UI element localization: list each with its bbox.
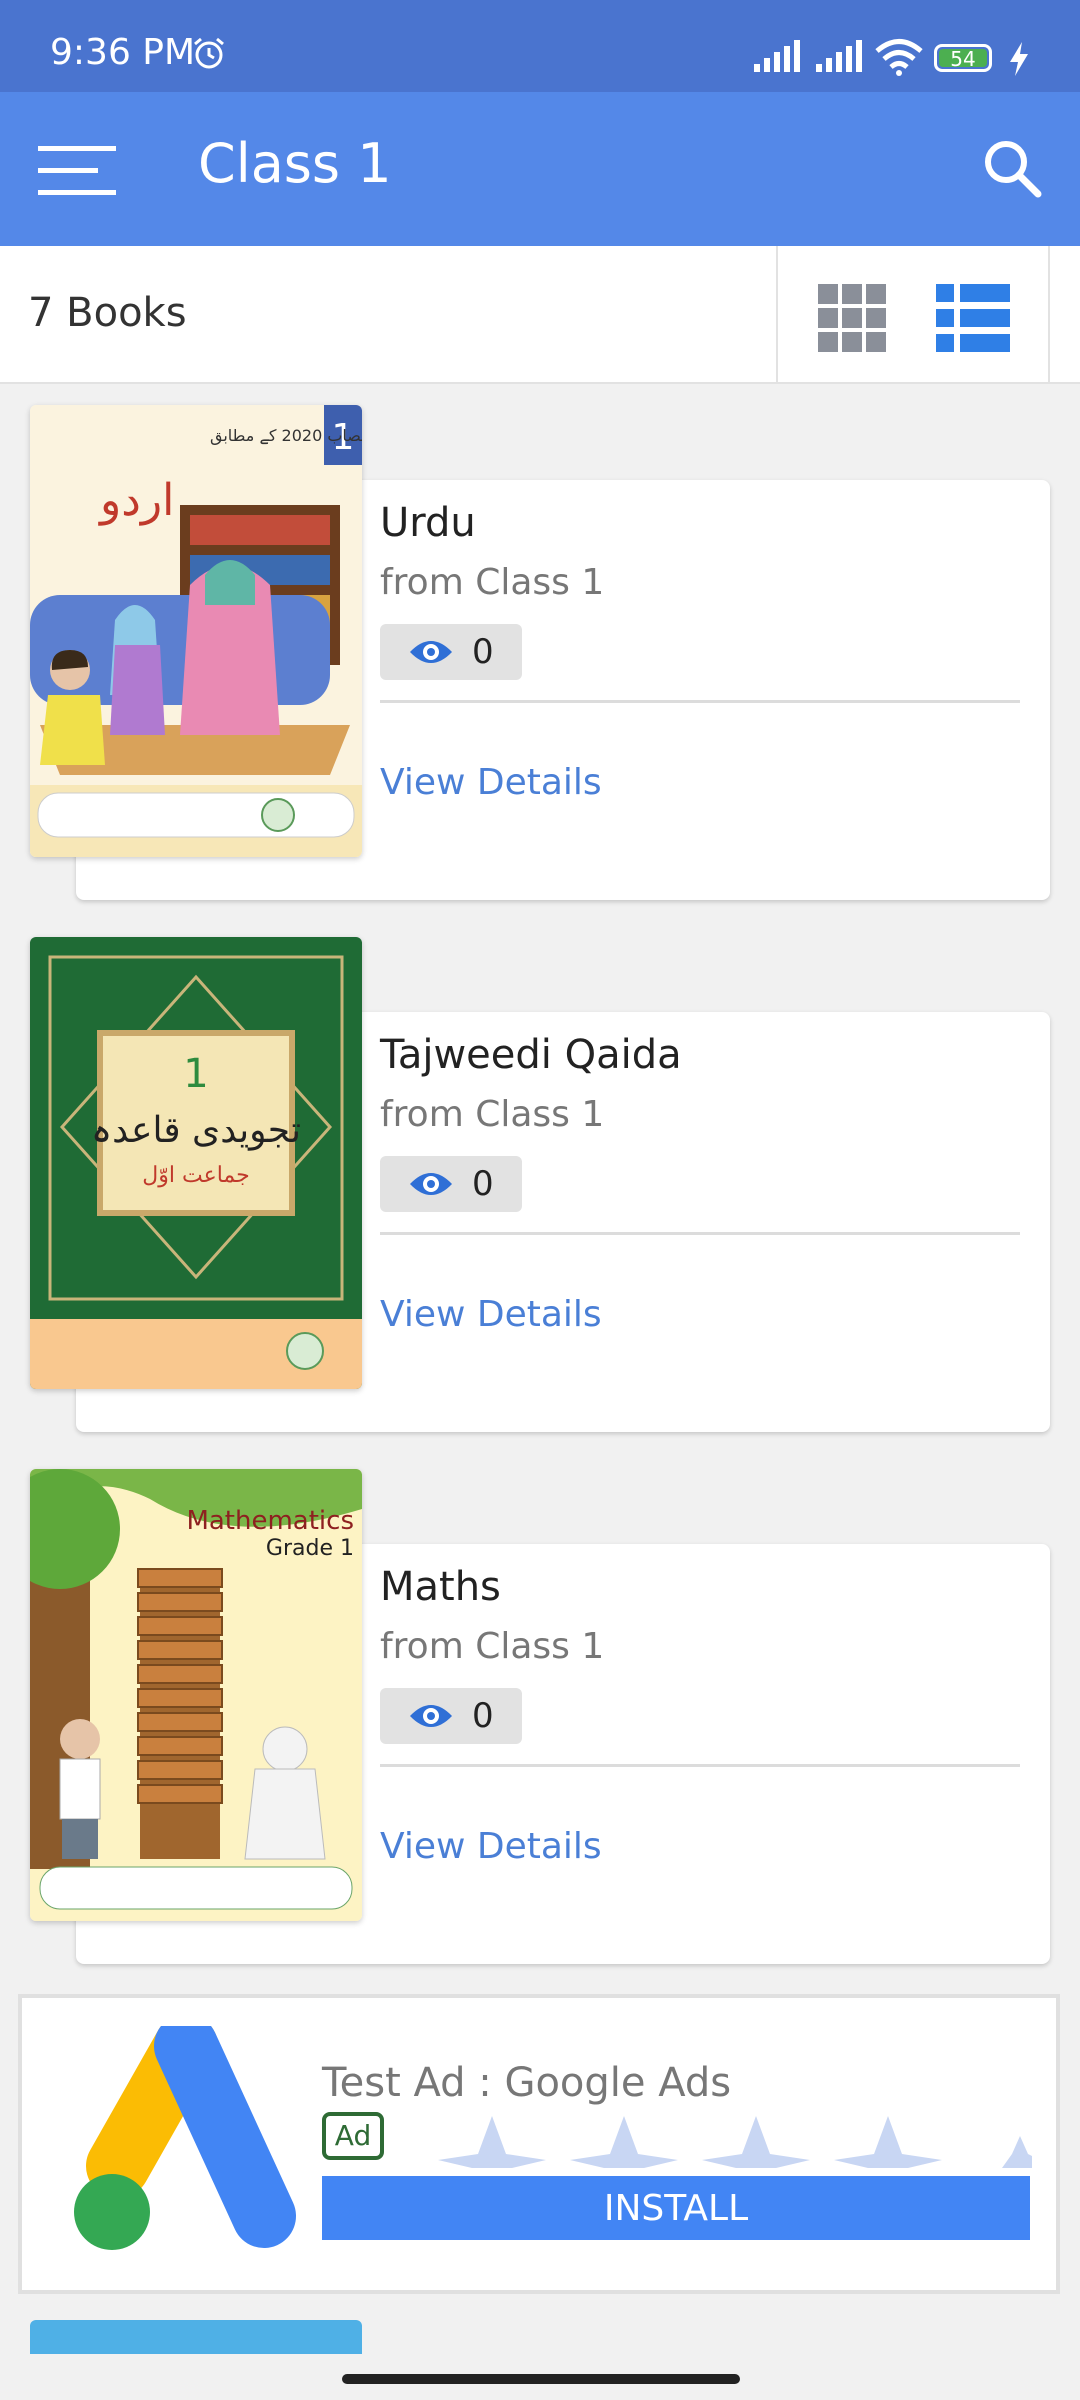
alarm-icon [194, 37, 224, 69]
battery-icon: 54 [934, 44, 992, 72]
urdu-cover-image: 1 اردو یکساں قومی نصاب 2020 کے مطابق [30, 405, 362, 857]
views-count: 0 [472, 1164, 494, 1204]
tajweedi-cover-image: 1 تجویدی قاعدہ جماعت اوّل [30, 937, 362, 1389]
next-book-cover-peek [30, 2320, 362, 2356]
cover-grade: Grade 1 [266, 1536, 354, 1561]
list-view-icon[interactable] [936, 284, 1010, 352]
divider [380, 1232, 1020, 1235]
book-count: 7 Books [28, 290, 187, 336]
view-details-link[interactable]: View Details [380, 1294, 602, 1335]
svg-text:یکساں قومی نصاب 2020 کے مطابق: یکساں قومی نصاب 2020 کے مطابق [210, 426, 362, 446]
install-button[interactable]: INSTALL [322, 2176, 1030, 2240]
home-indicator[interactable] [342, 2374, 740, 2384]
views-badge: 0 [380, 624, 522, 680]
wifi-icon [875, 39, 923, 76]
signal-icon [754, 40, 800, 72]
views-count: 0 [472, 632, 494, 672]
book-title: Maths [380, 1564, 501, 1610]
grid-view-icon[interactable] [818, 284, 886, 352]
book-cover-urdu[interactable]: 1 اردو یکساں قومی نصاب 2020 کے مطابق [30, 405, 362, 857]
book-cover-maths[interactable]: Mathematics Grade 1 [30, 1469, 362, 1921]
svg-text:جماعت اوّل: جماعت اوّل [142, 1163, 249, 1188]
view-details-link[interactable]: View Details [380, 1826, 602, 1867]
views-badge: 0 [380, 1688, 522, 1744]
svg-text:اردو: اردو [98, 475, 174, 526]
book-class: from Class 1 [380, 1626, 605, 1667]
book-cover-tajweedi-qaida[interactable]: 1 تجویدی قاعدہ جماعت اوّل [30, 937, 362, 1389]
maths-cover-image: Mathematics Grade 1 [30, 1469, 362, 1921]
menu-icon[interactable] [38, 142, 116, 198]
book-title: Urdu [380, 500, 476, 546]
cover-title: Mathematics [186, 1506, 354, 1536]
cover-number: 1 [183, 1051, 208, 1097]
views-count: 0 [472, 1696, 494, 1736]
ad-headline: Test Ad : Google Ads [322, 2060, 732, 2106]
book-class: from Class 1 [380, 562, 605, 603]
google-ads-logo-icon [74, 2026, 296, 2250]
svg-text:تجویدی قاعدہ: تجویدی قاعدہ [91, 1110, 301, 1151]
status-bar: 9:36 PM 54 [0, 0, 1080, 92]
views-badge: 0 [380, 1156, 522, 1212]
app-bar: Class 1 [0, 92, 1080, 246]
signal-icon-2 [816, 40, 862, 72]
view-toggle [776, 246, 1050, 382]
divider [380, 1764, 1020, 1767]
divider [380, 700, 1020, 703]
book-title: Tajweedi Qaida [380, 1032, 682, 1078]
books-toolbar: 7 Books [0, 246, 1080, 384]
charging-icon [1010, 42, 1028, 76]
eye-icon [410, 641, 452, 663]
eye-icon [410, 1705, 452, 1727]
search-icon[interactable] [980, 136, 1044, 200]
rating-stars-icon [438, 2116, 1032, 2168]
status-time: 9:36 PM [50, 32, 196, 73]
ad-badge: Ad [322, 2112, 384, 2160]
ad-banner[interactable]: Test Ad : Google Ads Ad INSTALL [18, 1994, 1060, 2294]
page-title: Class 1 [198, 132, 392, 195]
battery-level: 54 [939, 49, 987, 69]
eye-icon [410, 1173, 452, 1195]
book-class: from Class 1 [380, 1094, 605, 1135]
view-details-link[interactable]: View Details [380, 762, 602, 803]
